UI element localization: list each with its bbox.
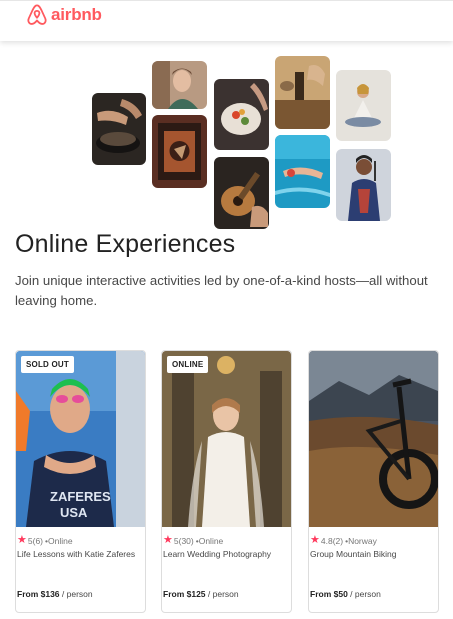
collage-guitar-image — [214, 157, 269, 229]
card-rating: ★ 5 (30) •Online — [163, 535, 223, 546]
card-image-biking — [309, 351, 438, 527]
card-price: From $50 / person — [310, 589, 381, 599]
star-icon: ★ — [163, 534, 173, 546]
star-icon: ★ — [17, 534, 27, 546]
card-title: Life Lessons with Katie Zaferes — [17, 549, 136, 559]
status-badge: ONLINE — [167, 356, 209, 373]
collage-cooking-image — [92, 93, 146, 165]
experience-card[interactable]: ★ 4.8 (2) •Norway Group Mountain Biking … — [308, 350, 439, 613]
logo-text: airbnb — [51, 5, 102, 24]
card-title: Group Mountain Biking — [310, 549, 397, 559]
card-location: •Online — [195, 535, 224, 546]
collage-ceiling-image — [152, 115, 207, 188]
collage-woman-image — [152, 61, 207, 109]
card-location: •Norway — [345, 535, 377, 546]
collage-musician-image — [336, 149, 391, 221]
airbnb-logo-icon — [27, 4, 47, 25]
card-title: Learn Wedding Photography — [163, 549, 272, 559]
airbnb-logo[interactable]: airbnb — [26, 3, 102, 27]
price-unit: / person — [205, 589, 239, 599]
card-image-katie: ZAFERES USA SOLD OUT — [16, 351, 145, 527]
price-unit: / person — [347, 589, 381, 599]
collage-yoga-image — [336, 70, 391, 141]
status-badge: SOLD OUT — [21, 356, 74, 373]
review-count: (2) — [332, 535, 344, 546]
svg-text:ZAFERES: ZAFERES — [50, 489, 111, 504]
top-header: airbnb — [0, 0, 453, 41]
page-subtitle: Join unique interactive activities led b… — [15, 273, 428, 308]
card-location: •Online — [45, 535, 73, 546]
collage-drinks-image — [275, 56, 330, 129]
price-value: From $136 — [17, 589, 60, 599]
card-rating: ★ 4.8 (2) •Norway — [310, 535, 377, 546]
price-value: From $125 — [163, 589, 206, 599]
svg-text:USA: USA — [60, 505, 88, 520]
review-count: (6) — [32, 535, 43, 546]
price-value: From $50 — [310, 589, 348, 599]
experience-card[interactable]: ONLINE ★ 5 (30) •Online Learn Wedding Ph… — [161, 350, 292, 613]
page-title: Online Experiences — [15, 230, 236, 258]
card-price: From $125 / person — [163, 589, 239, 599]
experience-card[interactable]: ZAFERES USA SOLD OUT ★ 5 (6) •Online Lif… — [15, 350, 146, 613]
review-count: (30) — [178, 535, 194, 546]
card-rating: ★ 5 (6) •Online — [17, 535, 73, 546]
collage-swimmer-image — [275, 135, 330, 208]
price-unit: / person — [59, 589, 93, 599]
star-icon: ★ — [310, 534, 320, 546]
collage-food-image — [214, 79, 269, 150]
rating-value: 4.8 — [320, 535, 333, 546]
card-image-wedding: ONLINE — [162, 351, 291, 527]
card-price: From $136 / person — [17, 589, 93, 599]
